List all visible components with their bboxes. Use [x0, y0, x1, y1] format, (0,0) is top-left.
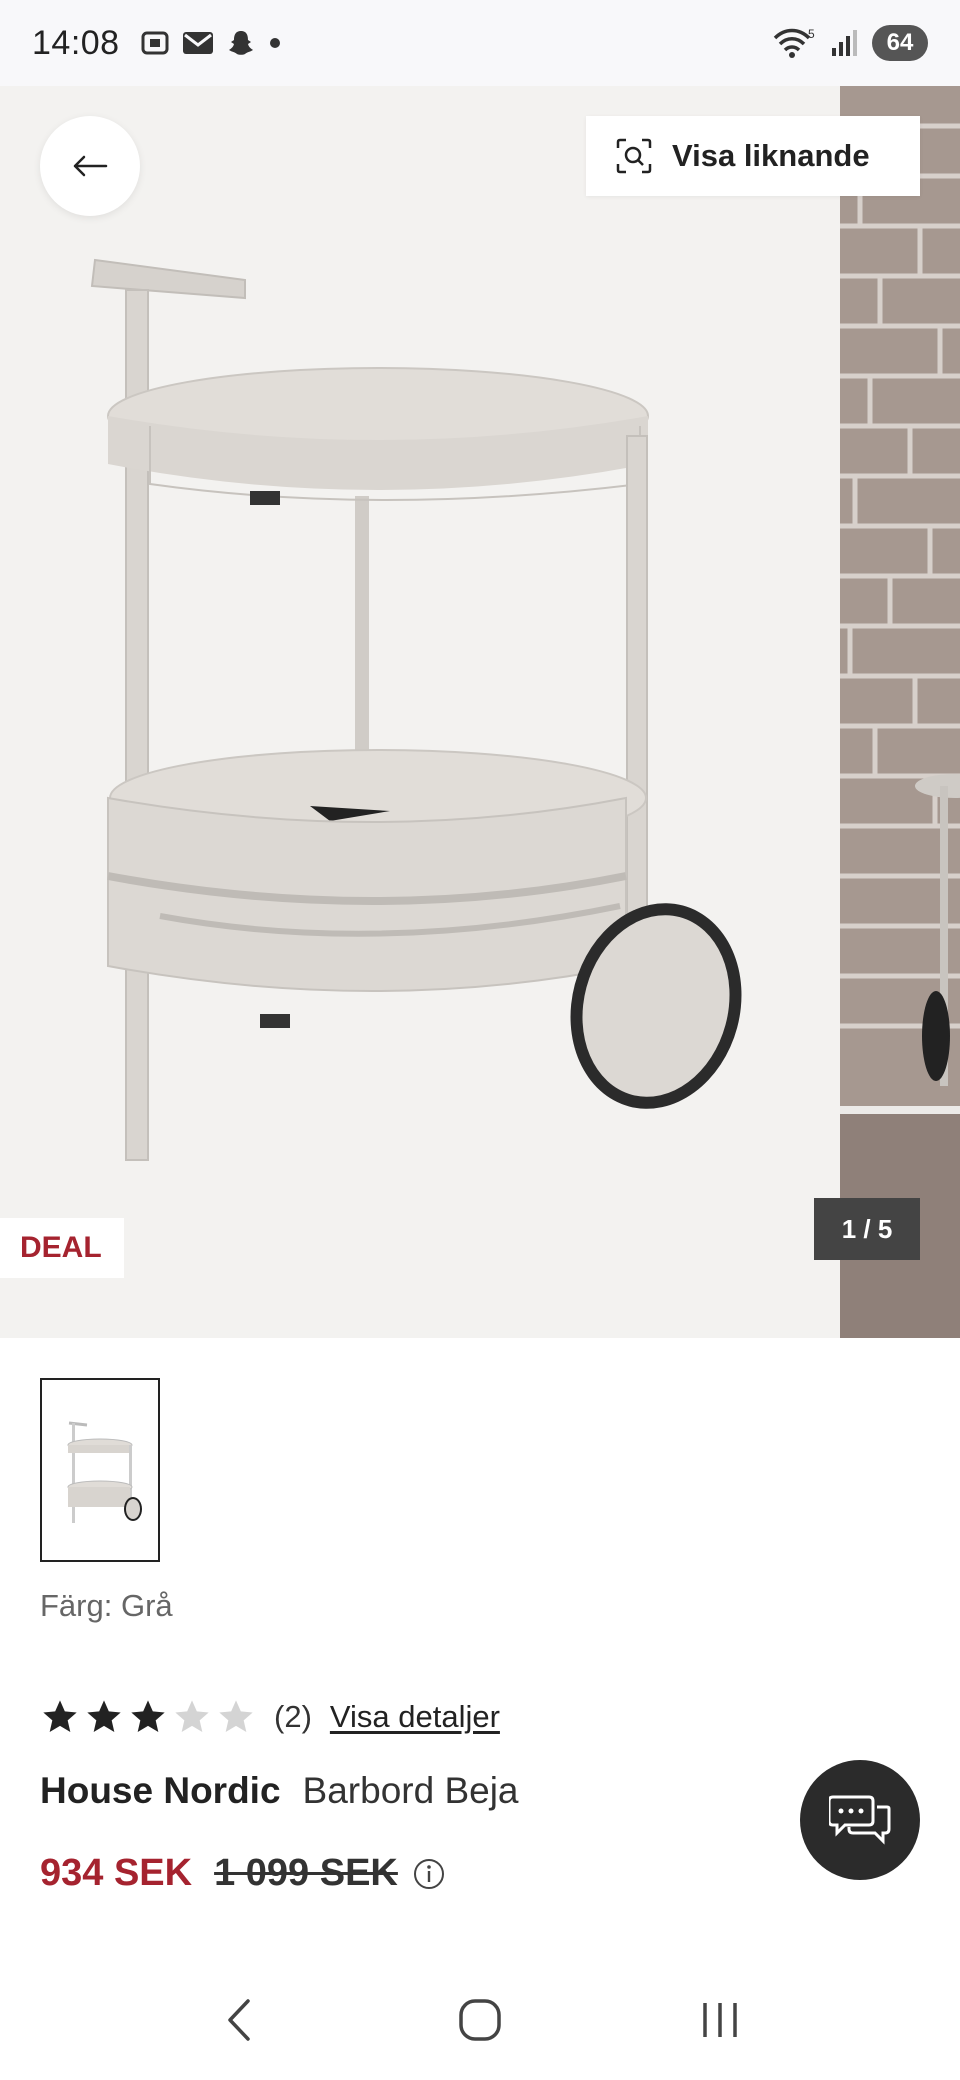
image-counter: 1 / 5	[814, 1198, 920, 1260]
product-image	[90, 258, 742, 1161]
price-row: 934 SEK 1 099 SEK	[40, 1852, 446, 1895]
star-filled-icon	[43, 1700, 77, 1732]
snapchat-icon	[228, 31, 253, 55]
visa-detaljer-link[interactable]: Visa detaljer	[330, 1699, 500, 1735]
visual-search-icon	[616, 138, 652, 174]
product-title: House Nordic Barbord Beja	[40, 1770, 519, 1812]
thumbnail-image	[67, 1421, 142, 1523]
star-empty-icon	[219, 1700, 253, 1732]
star-rating	[40, 1697, 256, 1737]
chat-bubbles-icon	[829, 1795, 891, 1845]
system-icons: 5 64	[772, 25, 928, 61]
product-image-gallery[interactable]: Visa liknande DEAL 1 / 5	[0, 86, 960, 1338]
chat-button[interactable]	[800, 1760, 920, 1880]
recents-nav-icon[interactable]	[680, 1980, 760, 2060]
product-image-main[interactable]	[0, 86, 840, 1338]
star-empty-icon	[175, 1700, 209, 1732]
notification-icons	[140, 28, 282, 58]
mail-icon	[182, 32, 213, 54]
color-label: Färg: Grå	[40, 1588, 173, 1623]
review-count: (2)	[274, 1699, 312, 1734]
star-filled-icon	[87, 1700, 121, 1732]
sale-price: 934 SEK	[40, 1852, 193, 1894]
deal-badge-label: DEAL	[20, 1231, 102, 1264]
product-image-next[interactable]	[840, 86, 960, 1338]
status-bar: 14:08 5 64	[0, 0, 960, 86]
brick-wall-image	[840, 86, 960, 1338]
back-button[interactable]	[40, 116, 140, 216]
star-filled-icon	[131, 1700, 165, 1732]
thumbnail-selected[interactable]	[40, 1378, 160, 1562]
product-name: Barbord Beja	[302, 1770, 519, 1811]
visa-liknande-label: Visa liknande	[672, 138, 870, 173]
deal-badge: DEAL	[0, 1218, 124, 1278]
visa-liknande-button[interactable]: Visa liknande	[586, 116, 920, 196]
system-nav-bar	[0, 1960, 960, 2080]
original-price: 1 099 SEK	[214, 1852, 398, 1894]
status-time: 14:08	[32, 23, 120, 62]
info-icon[interactable]	[412, 1857, 446, 1891]
battery-icon: 64	[872, 25, 928, 61]
signal-icon	[832, 30, 857, 56]
screenshot-icon	[141, 31, 169, 55]
dot-icon	[269, 38, 280, 48]
home-nav-icon[interactable]	[440, 1980, 520, 2060]
wifi-badge: 5	[808, 27, 815, 41]
brand-name[interactable]: House Nordic	[40, 1770, 281, 1812]
arrow-left-icon	[73, 155, 108, 177]
rating-row: (2) Visa detaljer	[40, 1692, 500, 1742]
back-nav-icon[interactable]	[200, 1980, 280, 2060]
wifi-icon: 5	[773, 27, 815, 58]
